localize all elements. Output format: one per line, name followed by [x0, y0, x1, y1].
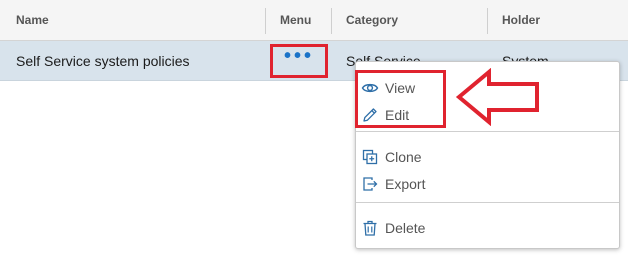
column-header-holder[interactable]: Holder	[488, 0, 628, 41]
menu-item-delete[interactable]: Delete	[356, 215, 619, 241]
menu-item-label: Export	[385, 176, 426, 192]
left-arrow-icon	[455, 68, 539, 126]
column-header-name[interactable]: Name	[0, 0, 266, 41]
annotation-highlight-box	[355, 70, 446, 128]
menu-item-label: Delete	[385, 220, 426, 236]
clone-icon	[362, 149, 378, 165]
menu-item-export[interactable]: Export	[356, 171, 619, 197]
menu-item-label: Clone	[385, 149, 422, 165]
policies-grid: Name Menu Category Holder Self Service s…	[0, 0, 628, 261]
menu-divider	[356, 131, 619, 132]
more-horizontal-icon: •••	[283, 44, 314, 67]
grid-header: Name Menu Category Holder	[0, 0, 628, 41]
menu-divider	[356, 202, 619, 203]
column-header-menu[interactable]: Menu	[266, 0, 332, 41]
row-menu-button[interactable]: •••	[270, 44, 328, 78]
export-icon	[363, 177, 378, 191]
trash-icon	[363, 220, 377, 236]
menu-item-clone[interactable]: Clone	[356, 144, 619, 170]
row-name-cell: Self Service system policies	[16, 53, 190, 69]
column-header-category[interactable]: Category	[332, 0, 488, 41]
